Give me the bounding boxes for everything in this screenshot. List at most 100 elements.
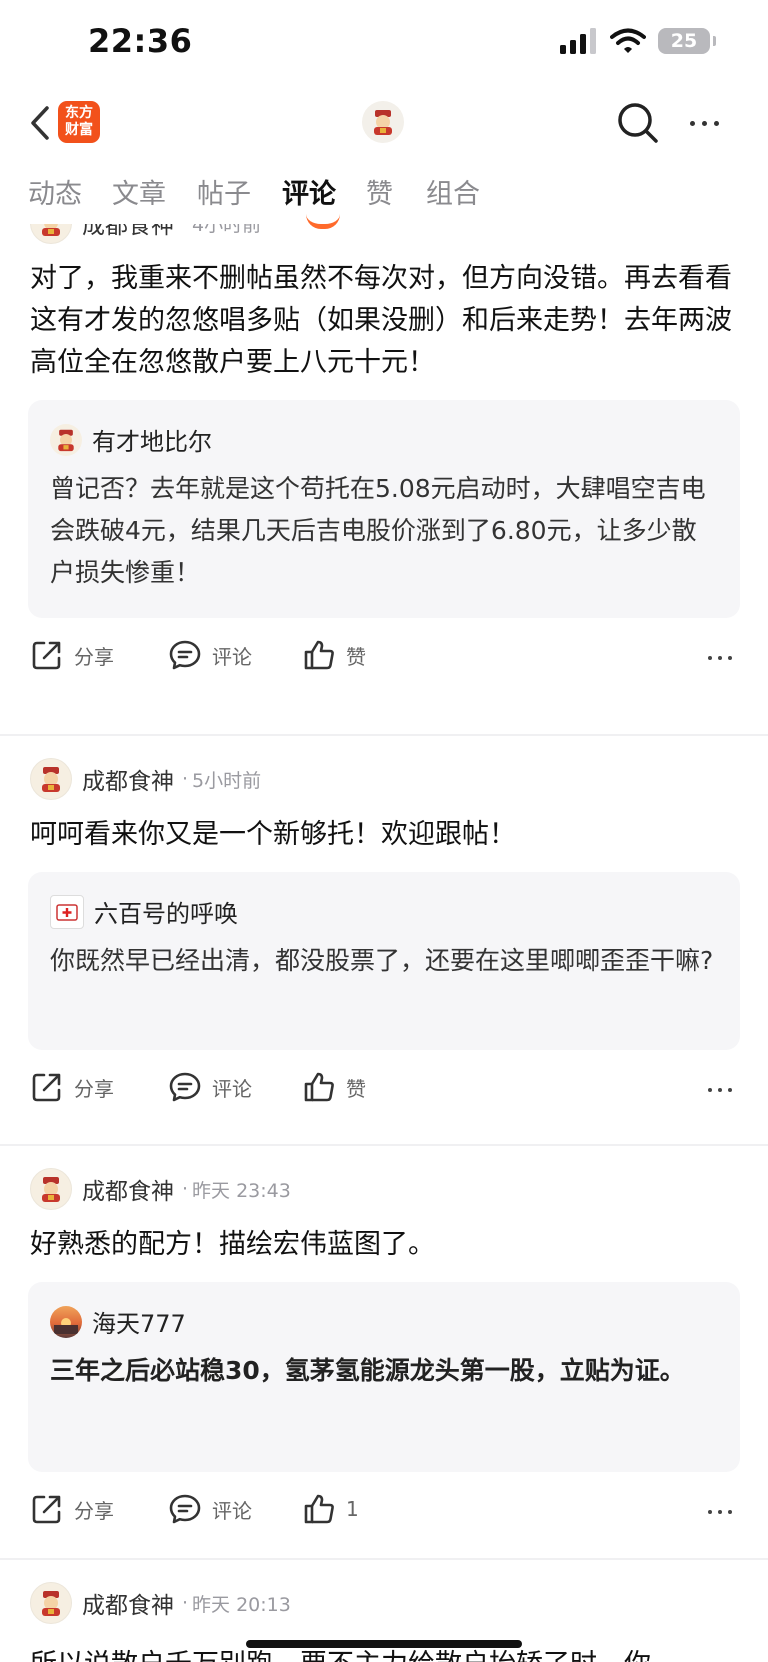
- quoted-post[interactable]: 海天777 三年之后必站稳30，氢茅氢能源龙头第一股，立贴为证。: [28, 1282, 740, 1472]
- share-icon: [32, 1073, 61, 1102]
- quoted-post[interactable]: 有才地比尔 曾记否？去年就是这个苟托在5.08元启动时，大肆唱空吉电会跌破4元，…: [28, 400, 740, 618]
- post-time: 昨天 20:13: [192, 1593, 291, 1616]
- user-avatar[interactable]: [362, 101, 404, 143]
- tab-likes[interactable]: 赞: [366, 172, 393, 211]
- avatar: [30, 1582, 72, 1624]
- status-bar: 22:36 25: [0, 0, 768, 90]
- dot-icon: [689, 120, 695, 126]
- dot-icon: [728, 1510, 732, 1514]
- quote-author-name: 海天777: [92, 1310, 186, 1338]
- dot-icon: [728, 656, 732, 660]
- post-time-separator: ·: [182, 768, 189, 790]
- share-button[interactable]: 分享: [30, 1070, 114, 1104]
- like-button[interactable]: 赞: [302, 1070, 366, 1104]
- thumbs-up-icon: [304, 1072, 334, 1102]
- action-bar: 分享 评论 赞: [30, 1070, 740, 1110]
- avatar: [30, 1168, 72, 1210]
- tab-posts[interactable]: 帖子: [197, 172, 251, 211]
- comment-icon: [169, 1072, 201, 1102]
- tab-comments[interactable]: 评论: [282, 172, 336, 211]
- caishen-avatar-icon: [42, 224, 60, 236]
- avatar: [50, 1305, 82, 1338]
- author-name: 成都食神: [82, 224, 174, 239]
- share-label: 分享: [74, 1076, 114, 1101]
- quote-text: 三年之后必站稳30，氢茅氢能源龙头第一股，立贴为证。: [50, 1356, 685, 1385]
- comment-icon: [169, 1494, 201, 1524]
- share-label: 分享: [74, 1498, 114, 1523]
- divider: [0, 1558, 768, 1560]
- profile-tabs: 动态 文章 帖子 评论 赞 组合: [0, 172, 768, 229]
- comment-button[interactable]: 评论: [168, 1492, 252, 1526]
- nav-bar: 东方 财富: [0, 95, 768, 151]
- app-logo-line2: 财富: [65, 122, 93, 138]
- avatar: [30, 758, 72, 800]
- dot-icon: [708, 656, 712, 660]
- app-logo[interactable]: 东方 财富: [58, 101, 100, 143]
- dot-icon: [718, 656, 722, 660]
- author-row[interactable]: 成都食神 · 5小时前: [30, 758, 261, 800]
- share-button[interactable]: 分享: [30, 1492, 114, 1526]
- comment-button[interactable]: 评论: [168, 1070, 252, 1104]
- more-options-button[interactable]: [680, 105, 728, 141]
- caishen-avatar-icon: [42, 1591, 60, 1616]
- avatar: [30, 224, 72, 244]
- dot-icon: [708, 1510, 712, 1514]
- share-icon: [32, 641, 61, 670]
- author-row[interactable]: 成都食神 · 4小时前: [30, 224, 261, 244]
- author-row[interactable]: 成都食神 · 昨天 20:13: [30, 1582, 291, 1624]
- search-icon: [618, 103, 658, 143]
- action-bar: 分享 评论 赞: [30, 638, 740, 678]
- app-logo-line1: 东方: [65, 105, 93, 121]
- quote-author-row: 六百号的呼唤: [50, 894, 238, 929]
- post-time: 4小时前: [192, 224, 262, 236]
- comment-feed: 成都食神 · 4小时前 对了，我重来不删帖虽然不每次对，但方向没错。再去看看这有…: [0, 224, 768, 1662]
- action-bar: 分享 评论 1: [30, 1492, 740, 1532]
- tab-portfolios[interactable]: 组合: [426, 172, 480, 211]
- tab-articles[interactable]: 文章: [112, 172, 166, 211]
- back-button[interactable]: [22, 103, 58, 143]
- post-more-button[interactable]: [708, 656, 732, 660]
- caishen-avatar-icon: [58, 429, 74, 451]
- tab-dynamics[interactable]: 动态: [28, 172, 82, 211]
- like-button[interactable]: 1: [302, 1492, 359, 1526]
- search-button[interactable]: [616, 101, 660, 145]
- quote-text: 你既然早已经出清，都没股票了，还要在这里唧唧歪歪干嘛?: [50, 946, 714, 975]
- post-time: 5小时前: [192, 769, 262, 792]
- dot-icon: [708, 1088, 712, 1092]
- chevron-left-icon: [31, 106, 49, 140]
- like-count: 1: [346, 1497, 359, 1521]
- share-button[interactable]: 分享: [30, 638, 114, 672]
- share-label: 分享: [74, 644, 114, 669]
- comment-text: 呵呵看来你又是一个新够托！欢迎跟帖！: [30, 819, 516, 850]
- thumbs-up-icon: [304, 640, 334, 670]
- post-more-button[interactable]: [708, 1510, 732, 1514]
- avatar: [50, 894, 84, 929]
- comment-label: 评论: [212, 1076, 252, 1101]
- post-more-button[interactable]: [708, 1088, 732, 1092]
- like-label: 赞: [346, 644, 366, 669]
- avatar: [50, 423, 82, 456]
- like-button[interactable]: 赞: [302, 638, 366, 672]
- like-label: 赞: [346, 1076, 366, 1101]
- caishen-avatar-icon: [42, 1177, 60, 1202]
- post-time-separator: ·: [182, 1178, 189, 1200]
- thumbs-up-icon: [304, 1494, 334, 1524]
- author-row[interactable]: 成都食神 · 昨天 23:43: [30, 1168, 291, 1210]
- comment-label: 评论: [212, 1498, 252, 1523]
- caishen-avatar-icon: [42, 767, 60, 792]
- dot-icon: [718, 1088, 722, 1092]
- dot-icon: [713, 120, 719, 126]
- battery-level: 25: [670, 30, 698, 52]
- divider: [0, 734, 768, 736]
- signal-icon: [560, 28, 596, 54]
- quoted-post[interactable]: 六百号的呼唤 你既然早已经出清，都没股票了，还要在这里唧唧歪歪干嘛?: [28, 872, 740, 1050]
- author-name: 成都食神: [82, 1179, 174, 1205]
- status-icons: 25: [560, 28, 716, 54]
- dot-icon: [701, 120, 707, 126]
- battery-icon: 25: [658, 28, 716, 54]
- divider: [0, 1144, 768, 1146]
- wifi-icon: [610, 28, 646, 53]
- comment-text: 好熟悉的配方！描绘宏伟蓝图了。: [30, 1229, 435, 1260]
- dot-icon: [718, 1510, 722, 1514]
- comment-button[interactable]: 评论: [168, 638, 252, 672]
